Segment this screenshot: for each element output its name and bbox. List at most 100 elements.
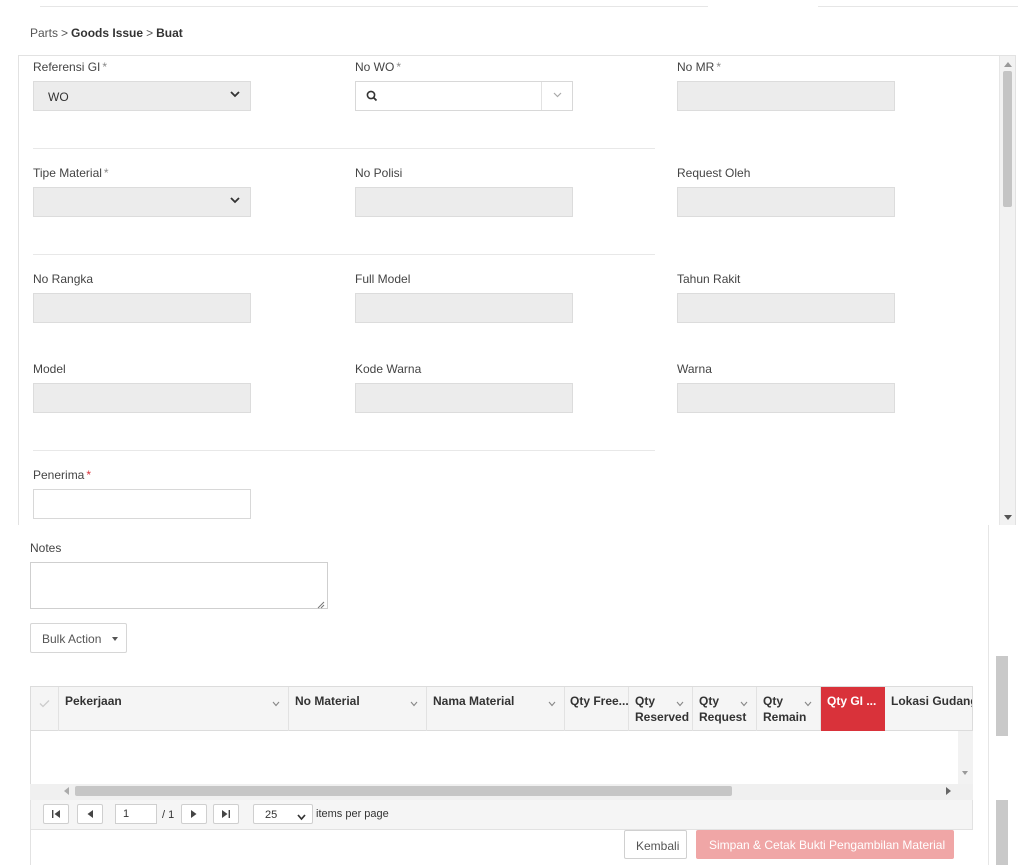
notes-textarea[interactable] xyxy=(30,562,328,609)
chevron-down-icon xyxy=(230,89,240,99)
scroll-right-arrow[interactable] xyxy=(946,787,951,795)
column-header-qty-reserved[interactable]: Qty Reserved xyxy=(629,687,693,731)
no-polisi-field xyxy=(355,187,573,217)
column-header-nama-material[interactable]: Nama Material xyxy=(427,687,565,731)
page-scroll-thumb[interactable] xyxy=(996,656,1008,736)
column-header-qty-request[interactable]: Qty Request xyxy=(693,687,757,731)
footer-divider xyxy=(30,830,31,865)
qty-reserved-line2: Reserved xyxy=(635,710,690,724)
breadcrumb-item-parts[interactable]: Parts xyxy=(30,26,58,40)
select-all-column[interactable] xyxy=(31,687,59,731)
model-label: Model xyxy=(33,362,66,376)
combo-divider xyxy=(541,82,542,110)
no-mr-label: No MR * xyxy=(677,60,722,74)
grid-header: Pekerjaan No Material Nama Material Qty … xyxy=(31,687,972,731)
page-scroll-track xyxy=(988,525,989,865)
page-size-value: 25 xyxy=(265,809,278,821)
scroll-thumb[interactable] xyxy=(1003,71,1012,207)
scroll-down-arrow[interactable] xyxy=(1004,515,1012,520)
no-wo-combobox[interactable] xyxy=(355,81,573,111)
kode-warna-field xyxy=(355,383,573,413)
chevron-down-icon[interactable] xyxy=(548,696,556,710)
save-print-button-label: Simpan & Cetak Bukti Pengambilan Materia… xyxy=(709,838,946,852)
breadcrumb: Parts > Goods Issue > Buat xyxy=(30,26,183,40)
first-page-button[interactable] xyxy=(43,804,69,824)
no-polisi-label: No Polisi xyxy=(355,166,403,180)
notes-label: Notes xyxy=(30,541,62,555)
section-divider xyxy=(33,148,655,149)
caret-down-icon xyxy=(112,637,118,641)
form-panel: Referensi GI * WO No WO * No MR * Tipe Mate… xyxy=(18,55,1016,525)
request-oleh-label: Request Oleh xyxy=(677,166,751,180)
chevron-down-icon[interactable] xyxy=(676,696,684,710)
save-print-button[interactable]: Simpan & Cetak Bukti Pengambilan Materia… xyxy=(696,830,954,859)
chevron-down-icon xyxy=(230,195,240,205)
last-page-button[interactable] xyxy=(213,804,239,824)
qty-request-line1: Qty xyxy=(699,694,720,708)
qty-remain-line2: Remain xyxy=(763,710,807,724)
chevron-down-icon[interactable] xyxy=(272,696,280,710)
column-header-qty-remain[interactable]: Qty Remain xyxy=(757,687,821,731)
top-divider xyxy=(40,6,708,7)
grid-horizontal-scrollbar[interactable] xyxy=(30,784,973,800)
resize-grip-icon[interactable] xyxy=(317,598,325,609)
scroll-thumb[interactable] xyxy=(75,786,732,796)
scroll-down-arrow[interactable] xyxy=(962,771,968,775)
warna-field xyxy=(677,383,895,413)
back-button[interactable]: Kembali xyxy=(624,830,687,859)
page-size-select[interactable]: 25 xyxy=(253,804,313,824)
first-page-icon xyxy=(52,810,60,818)
breadcrumb-item-goods-issue[interactable]: Goods Issue xyxy=(71,26,143,40)
full-model-label: Full Model xyxy=(355,272,411,286)
no-rangka-field xyxy=(33,293,251,323)
last-page-icon xyxy=(222,810,230,818)
back-button-label: Kembali xyxy=(636,839,680,853)
scroll-up-arrow[interactable] xyxy=(1004,62,1012,67)
prev-page-button[interactable] xyxy=(77,804,103,824)
column-header-qty-gi[interactable]: Qty GI ... xyxy=(821,687,885,731)
qty-request-line2: Request xyxy=(699,710,747,724)
request-oleh-field xyxy=(677,187,895,217)
warna-label: Warna xyxy=(677,362,712,376)
breadcrumb-separator: > xyxy=(61,26,69,40)
check-icon[interactable] xyxy=(39,697,50,711)
qty-remain-line1: Qty xyxy=(763,694,784,708)
penerima-input[interactable] xyxy=(33,489,251,519)
items-per-page-label: items per page xyxy=(316,808,389,820)
tahun-rakit-field xyxy=(677,293,895,323)
prev-page-icon xyxy=(87,810,93,818)
column-header-no-material[interactable]: No Material xyxy=(289,687,427,731)
chevron-down-icon[interactable] xyxy=(804,696,812,710)
bulk-action-label: Bulk Action xyxy=(42,632,102,646)
column-header-qty-free[interactable]: Qty Free... xyxy=(565,687,629,731)
next-page-icon xyxy=(191,810,197,818)
tipe-material-select[interactable] xyxy=(33,187,251,217)
no-rangka-label: No Rangka xyxy=(33,272,94,286)
chevron-down-icon[interactable] xyxy=(553,91,563,101)
qty-reserved-line1: Qty xyxy=(635,694,656,708)
next-page-button[interactable] xyxy=(181,804,207,824)
breadcrumb-separator: > xyxy=(146,26,154,40)
referensi-gi-value: WO xyxy=(48,90,69,104)
page-number-input[interactable]: 1 xyxy=(115,804,157,824)
chevron-down-icon[interactable] xyxy=(410,696,418,710)
grid-vertical-scrollbar[interactable] xyxy=(958,731,973,784)
search-icon xyxy=(366,90,378,105)
no-wo-label: No WO * xyxy=(355,60,402,74)
page-scroll-thumb-lower[interactable] xyxy=(996,800,1008,865)
no-mr-field xyxy=(677,81,895,111)
chevron-down-icon[interactable] xyxy=(740,696,748,710)
total-pages: 1 xyxy=(168,809,175,821)
kode-warna-label: Kode Warna xyxy=(355,362,422,376)
referensi-gi-select[interactable]: WO xyxy=(33,81,251,111)
breadcrumb-item-buat: Buat xyxy=(156,26,183,40)
column-header-pekerjaan[interactable]: Pekerjaan xyxy=(59,687,289,731)
top-divider-right xyxy=(818,6,1018,7)
scroll-left-arrow[interactable] xyxy=(64,787,69,795)
model-field xyxy=(33,383,251,413)
grid-pager: 1 / 1 25 items per page xyxy=(30,800,973,830)
column-header-lokasi-gudang[interactable]: Lokasi Gudang xyxy=(885,687,972,731)
form-scrollbar[interactable] xyxy=(999,56,1015,525)
bulk-action-button[interactable]: Bulk Action xyxy=(30,623,127,653)
chevron-down-icon xyxy=(297,810,306,824)
